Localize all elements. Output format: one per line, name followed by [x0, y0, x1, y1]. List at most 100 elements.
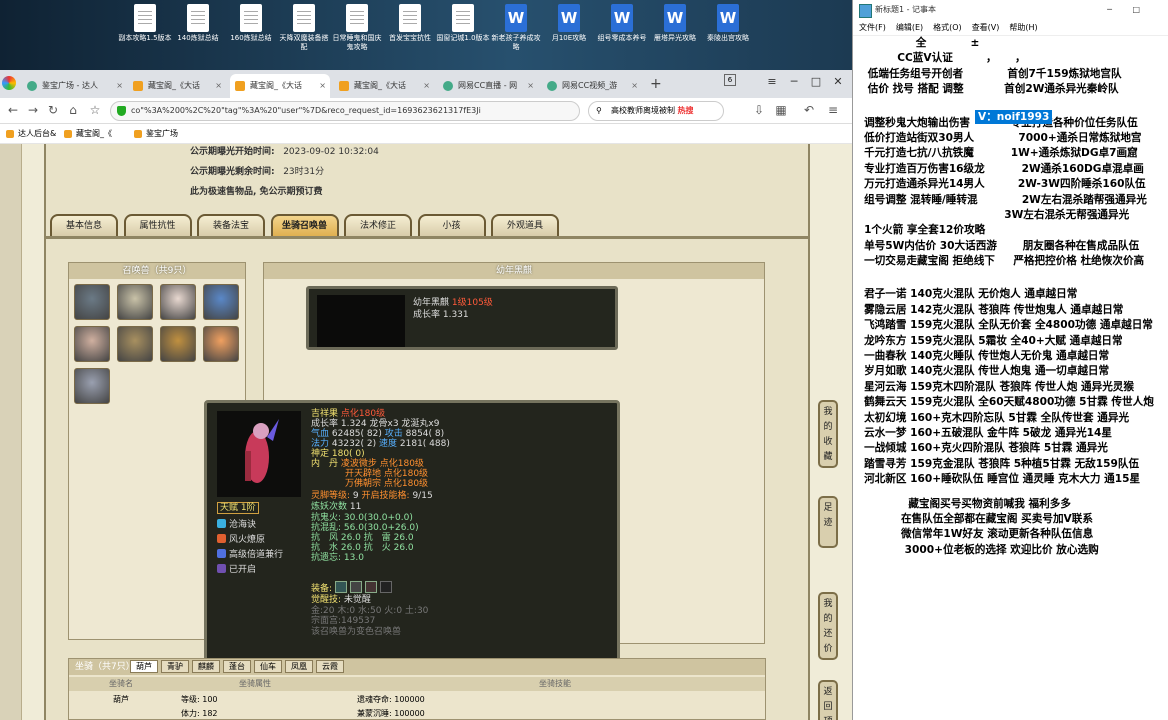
left-page-strip: [0, 144, 22, 720]
tooltip-train: 炼妖次数 11: [311, 502, 362, 512]
mount-tab[interactable]: 葫芦: [130, 660, 158, 673]
minimize-button[interactable]: ─: [782, 70, 806, 94]
home-icon[interactable]: ⌂: [64, 101, 82, 119]
close-tab-icon[interactable]: ×: [423, 74, 430, 98]
mount-tab[interactable]: 青驴: [161, 660, 189, 673]
mount-tab[interactable]: 蓬台: [223, 660, 251, 673]
new-tab-button[interactable]: +: [650, 76, 662, 92]
desktop-shortcut[interactable]: W 组号零成本养号: [595, 4, 649, 43]
bookmark-item[interactable]: 鉴宝广场: [134, 124, 178, 144]
summon-avatar[interactable]: [74, 284, 110, 320]
side-button[interactable]: 足迹: [818, 496, 838, 548]
browser-tab[interactable]: 藏宝阁_《大话 ×: [128, 74, 226, 98]
notepad-line: [853, 488, 1168, 497]
side-button[interactable]: 返回顶部: [818, 680, 838, 720]
browser-tab[interactable]: 藏宝阁_《大话 ×: [334, 74, 434, 98]
desktop-shortcut[interactable]: 首发宝宝抗性: [383, 4, 437, 43]
back-icon[interactable]: ←: [4, 101, 22, 119]
game-tab[interactable]: 属性抗性: [123, 214, 192, 238]
notepad-menu-item[interactable]: 文件(F): [859, 23, 886, 32]
notepad-selection[interactable]: V：noif1993: [975, 110, 1053, 124]
notepad-maximize[interactable]: □: [1132, 0, 1140, 20]
skill-item[interactable]: 风火燎原: [217, 534, 265, 545]
desktop-shortcut[interactable]: W 月10E攻略: [542, 4, 596, 43]
desktop-shortcut[interactable]: 160炼狱总结: [224, 4, 278, 43]
bookmark-item[interactable]: 达人后台&: [6, 124, 56, 144]
game-tab[interactable]: 基本信息: [50, 214, 118, 238]
notepad-minimize[interactable]: ─: [1107, 0, 1112, 20]
summon-portrait: [217, 411, 301, 497]
young-card: 幼年黑麒 1级105级 成长率 1.331: [306, 286, 618, 350]
summon-avatar[interactable]: [160, 326, 196, 362]
desktop-shortcut[interactable]: W 秦陵出宫攻略: [701, 4, 755, 43]
close-tab-icon[interactable]: ×: [319, 74, 326, 98]
summon-avatar[interactable]: [74, 368, 110, 404]
close-tab-icon[interactable]: ×: [116, 74, 123, 98]
desktop-shortcut[interactable]: 国窗记城1.0版本: [436, 4, 490, 43]
mount-col-skill: 坐骑技能: [539, 679, 571, 688]
notepad-menu-item[interactable]: 格式(O): [933, 23, 962, 32]
mount-tab[interactable]: 仙车: [254, 660, 282, 673]
mount-name: 葫芦: [113, 695, 129, 704]
desktop-shortcut[interactable]: 天降双魔装备搭配: [277, 4, 331, 52]
browser-tab[interactable]: 藏宝阁_《大话 ×: [230, 74, 330, 98]
bookmark-item[interactable]: 藏宝阁_《: [64, 124, 112, 144]
mount-tab[interactable]: 麒麟: [192, 660, 220, 673]
undo-icon[interactable]: ↶: [800, 101, 818, 119]
game-tab[interactable]: 外观道具: [491, 214, 559, 238]
notepad-menu-item[interactable]: 查看(V): [972, 23, 1000, 32]
browser-tab[interactable]: 网易CC视频_游 ×: [542, 74, 642, 98]
side-button[interactable]: 我的收藏: [818, 400, 838, 468]
notepad-menu-item[interactable]: 编辑(E): [896, 23, 923, 32]
summon-avatar[interactable]: [117, 326, 153, 362]
star-icon[interactable]: ☆: [86, 101, 104, 119]
skill-item[interactable]: 高级倍道兼行: [217, 549, 283, 560]
url-input[interactable]: co"%3A%200%2C%20"tag"%3A%20"user"%7D&rec…: [110, 101, 580, 121]
menu-icon[interactable]: ≡: [760, 70, 784, 94]
desktop-shortcut[interactable]: W 雁塔异光攻略: [648, 4, 702, 43]
maximize-button[interactable]: □: [804, 70, 828, 94]
browser-window: 鉴宝广场 - 达人 × 藏宝阁_《大话 × 藏宝阁_《大话 × 藏宝阁_《大话 × 网易CC直播…: [0, 70, 852, 720]
summon-avatar[interactable]: [203, 284, 239, 320]
notepad-menu-item[interactable]: 帮助(H): [1009, 23, 1037, 32]
more-icon[interactable]: ≡: [824, 101, 842, 119]
equip-slot-icon[interactable]: [349, 581, 362, 593]
search-input[interactable]: ⚲ 高校教师离境被制 热搜: [588, 101, 724, 121]
summon-avatar[interactable]: [160, 284, 196, 320]
desktop-shortcut[interactable]: 140炼狱总结: [171, 4, 225, 43]
equip-slot-icon[interactable]: [379, 581, 392, 593]
game-tab[interactable]: 坐骑召唤兽: [270, 214, 339, 238]
forward-icon[interactable]: →: [24, 101, 42, 119]
mount-tab[interactable]: 云霞: [316, 660, 344, 673]
desktop-shortcut[interactable]: 副本攻略1.5版本: [118, 4, 172, 43]
equip-slot-icon[interactable]: [364, 581, 377, 593]
desktop-shortcut[interactable]: 日常睡鬼和国庆鬼攻略: [330, 4, 384, 52]
skill-item[interactable]: 已开启: [217, 564, 256, 575]
tooltip-resist-2: 抗混乱: 56.0(30.0+26.0): [311, 523, 419, 533]
close-tab-icon[interactable]: ×: [215, 74, 222, 98]
browser-tab[interactable]: 鉴宝广场 - 达人 ×: [22, 74, 127, 98]
notepad-line: 千元打造七抗/八抗铁魔 1W+通杀炼狱DG卓7画窟: [853, 147, 1138, 160]
game-tab[interactable]: 装备法宝: [197, 214, 265, 238]
equip-slot-icon[interactable]: [334, 581, 347, 593]
desktop-shortcut-label: 雁塔异光攻略: [654, 34, 696, 42]
mount-tab[interactable]: 凤凰: [285, 660, 313, 673]
close-tab-icon[interactable]: ×: [631, 74, 638, 98]
notepad-line: 3W左右混杀无帮强通异光: [853, 208, 1130, 221]
desktop-shortcut[interactable]: W 新老孩子养成攻略: [489, 4, 543, 52]
summon-avatar[interactable]: [203, 326, 239, 362]
game-tab[interactable]: 法术修正: [344, 214, 412, 238]
summon-avatar[interactable]: [74, 326, 110, 362]
browser-tab[interactable]: 网易CC直播 - 网 ×: [438, 74, 538, 98]
close-tab-icon[interactable]: ×: [527, 74, 534, 98]
tab-count-badge[interactable]: 6: [724, 74, 736, 86]
refresh-icon[interactable]: ↻: [44, 101, 62, 119]
download-icon[interactable]: ⇩: [750, 101, 768, 119]
close-button[interactable]: ✕: [826, 70, 850, 94]
game-tab[interactable]: 小孩: [417, 214, 486, 238]
skill-item[interactable]: 沧海诀: [217, 519, 256, 530]
summon-avatar[interactable]: [117, 284, 153, 320]
extensions-icon[interactable]: ▦: [772, 101, 790, 119]
browser-logo-icon[interactable]: [2, 76, 16, 90]
side-button[interactable]: 我的还价: [818, 592, 838, 660]
